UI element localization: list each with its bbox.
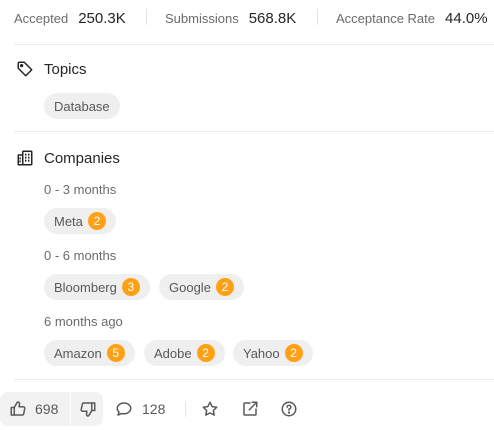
company-tag-amazon[interactable]: Amazon 5 xyxy=(44,340,135,366)
period-label: 6 months ago xyxy=(44,314,123,329)
topics-header[interactable]: Topics xyxy=(16,60,87,78)
company-name: Adobe xyxy=(154,345,192,361)
companies-header[interactable]: Companies xyxy=(16,149,120,167)
company-name: Yahoo xyxy=(243,345,280,361)
stat-value: 568.8K xyxy=(248,10,297,27)
star-icon[interactable] xyxy=(201,400,219,418)
upvote-count: 698 xyxy=(35,401,59,417)
count-badge: 5 xyxy=(106,344,125,362)
topic-tag-database[interactable]: Database xyxy=(44,93,120,119)
comment-count: 128 xyxy=(142,401,166,417)
count-badge: 2 xyxy=(196,344,215,362)
divider xyxy=(146,9,147,25)
upvote-button[interactable]: 698 xyxy=(0,392,70,426)
company-tag-bloomberg[interactable]: Bloomberg 3 xyxy=(44,274,150,300)
comment-icon xyxy=(115,400,133,418)
company-tag-yahoo[interactable]: Yahoo 2 xyxy=(233,340,313,366)
divider xyxy=(185,401,186,417)
company-name: Amazon xyxy=(54,345,102,361)
stats-bar: Accepted 250.3K Submissions 568.8K Accep… xyxy=(0,0,494,36)
company-tag-adobe[interactable]: Adobe 2 xyxy=(144,340,225,366)
count-badge: 2 xyxy=(87,212,106,230)
companies-title: Companies xyxy=(44,149,120,167)
share-icon[interactable] xyxy=(241,400,259,418)
divider xyxy=(14,131,494,132)
stat-value: 44.0% xyxy=(445,10,488,27)
company-tag-meta[interactable]: Meta 2 xyxy=(44,208,116,234)
stat-label: Accepted xyxy=(14,11,69,26)
divider xyxy=(14,44,494,45)
action-bar: 698 128 xyxy=(0,392,494,426)
divider xyxy=(14,379,494,380)
stat-acceptance-rate: Acceptance Rate 44.0% xyxy=(336,10,488,27)
vote-group: 698 xyxy=(0,392,103,426)
stat-label: Acceptance Rate xyxy=(336,11,436,26)
thumbs-down-icon xyxy=(79,400,97,418)
company-tag-google[interactable]: Google 2 xyxy=(159,274,244,300)
count-badge: 2 xyxy=(215,278,234,296)
building-icon xyxy=(16,149,34,167)
period-label: 0 - 3 months xyxy=(44,182,117,197)
tag-icon xyxy=(16,60,34,78)
period-label: 0 - 6 months xyxy=(44,248,117,263)
count-badge: 3 xyxy=(121,278,140,296)
comments-button[interactable]: 128 xyxy=(115,392,165,426)
company-name: Google xyxy=(169,279,211,295)
count-badge: 2 xyxy=(284,344,303,362)
stat-submissions: Submissions 568.8K xyxy=(165,10,296,27)
divider xyxy=(317,9,318,25)
stat-label: Submissions xyxy=(165,11,239,26)
topics-title: Topics xyxy=(44,60,87,78)
company-name: Bloomberg xyxy=(54,279,117,295)
thumbs-up-icon xyxy=(9,400,27,418)
downvote-button[interactable] xyxy=(71,392,103,426)
stat-value: 250.3K xyxy=(78,10,126,27)
stat-accepted: Accepted 250.3K xyxy=(14,10,126,27)
help-icon[interactable] xyxy=(280,400,298,418)
company-name: Meta xyxy=(54,213,83,229)
